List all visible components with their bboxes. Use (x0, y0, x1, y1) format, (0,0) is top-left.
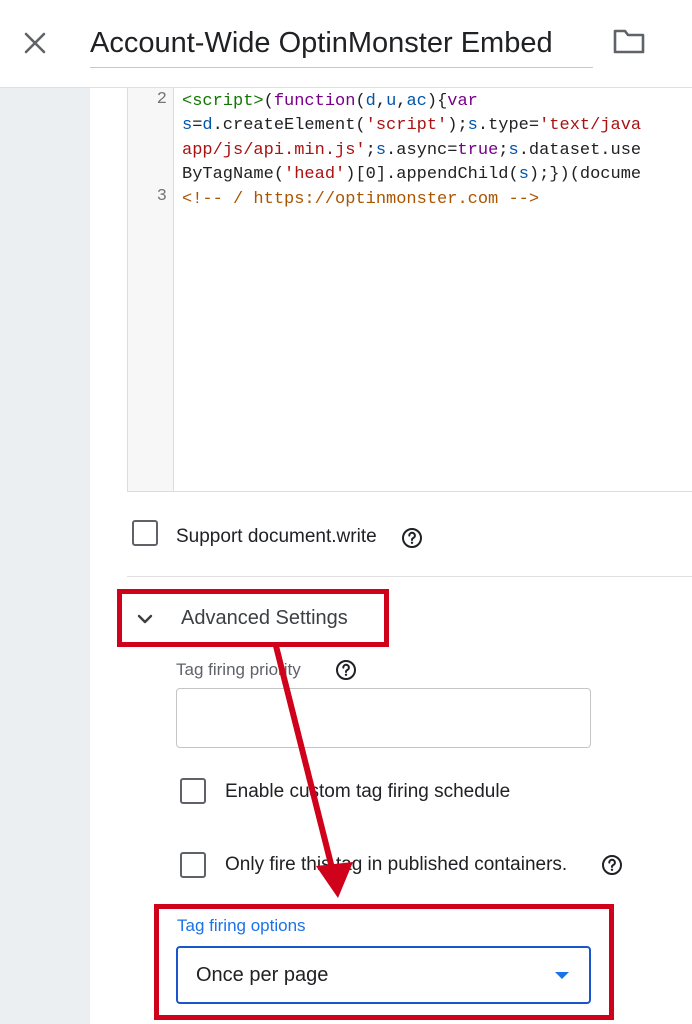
code-token: .type= (477, 116, 540, 136)
enable-custom-schedule-checkbox[interactable] (180, 778, 206, 804)
code-comment: <!-- / https://optinmonster.com --> (182, 189, 540, 209)
code-token: .async= (386, 140, 458, 160)
code-token: ){ (426, 92, 448, 111)
code-token: ( (263, 92, 274, 111)
close-button[interactable] (18, 26, 52, 60)
code-token: ByTagName( (182, 165, 285, 185)
code-token: ( (355, 92, 366, 111)
code-token: 'script' (365, 116, 448, 136)
code-token: ; (365, 140, 376, 160)
advanced-settings-toggle[interactable]: Advanced Settings (125, 598, 387, 640)
enable-custom-schedule-label: Enable custom tag firing schedule (225, 781, 511, 802)
dropdown-arrow-icon (555, 972, 569, 979)
only-fire-published-checkbox[interactable] (180, 852, 206, 878)
code-token: ); (447, 116, 468, 136)
code-token: ac (406, 92, 427, 111)
folder-button[interactable] (612, 26, 646, 56)
support-document-write-checkbox[interactable] (132, 520, 158, 546)
tag-firing-options-value: Once per page (196, 964, 329, 986)
folder-icon (613, 29, 645, 54)
code-token: 'head' (284, 165, 346, 185)
close-icon (24, 32, 46, 54)
code-token: s (375, 140, 387, 160)
code-token: function (273, 92, 356, 111)
help-icon[interactable] (401, 527, 423, 549)
code-token: )[0].appendChild( (345, 165, 519, 185)
dialog-header: Account-Wide OptinMonster Embed (0, 0, 692, 88)
code-token: d (202, 116, 213, 136)
tag-firing-options-select[interactable]: Once per page (176, 946, 591, 1004)
section-divider (127, 576, 692, 577)
code-token: = (192, 116, 203, 136)
html-code-editor[interactable]: 2 3 <script>(function(d,u,ac){var s=d.cr… (127, 88, 692, 492)
code-token: s (467, 116, 478, 136)
code-token: 'text/java (539, 116, 642, 136)
code-token: .dataset.use (518, 140, 642, 160)
line-number: 2 (156, 90, 167, 109)
left-gutter (0, 88, 90, 1024)
code-token: , (375, 92, 387, 111)
code-token: u (386, 92, 397, 111)
line-number-gutter: 2 3 (128, 88, 174, 491)
code-token: .createElement( (212, 116, 366, 136)
code-token: , (396, 92, 407, 111)
tag-firing-priority-input[interactable] (176, 688, 591, 748)
line-number: 3 (156, 187, 167, 206)
tag-name-input[interactable]: Account-Wide OptinMonster Embed (90, 24, 593, 68)
code-token: s (508, 140, 519, 160)
code-token: var (447, 92, 478, 111)
tag-firing-options-label: Tag firing options (177, 916, 306, 935)
code-token: s (182, 116, 193, 136)
code-token: d (365, 92, 376, 111)
code-content[interactable]: <script>(function(d,u,ac){var s=d.create… (182, 90, 641, 212)
advanced-settings-label: Advanced Settings (181, 607, 348, 629)
code-token: s (518, 165, 529, 185)
help-icon[interactable] (601, 854, 623, 876)
help-icon[interactable] (335, 659, 357, 681)
code-token: <script> (182, 92, 264, 111)
chevron-down-icon (137, 614, 153, 624)
code-token: app/js/api.min.js' (182, 140, 366, 160)
code-token: );})(docume (528, 165, 642, 185)
code-token: true (457, 140, 499, 160)
code-token: ; (498, 140, 509, 160)
only-fire-published-label: Only fire this tag in published containe… (225, 854, 568, 875)
support-document-write-label: Support document.write (176, 526, 377, 547)
tag-firing-priority-label: Tag firing priority (176, 660, 301, 679)
